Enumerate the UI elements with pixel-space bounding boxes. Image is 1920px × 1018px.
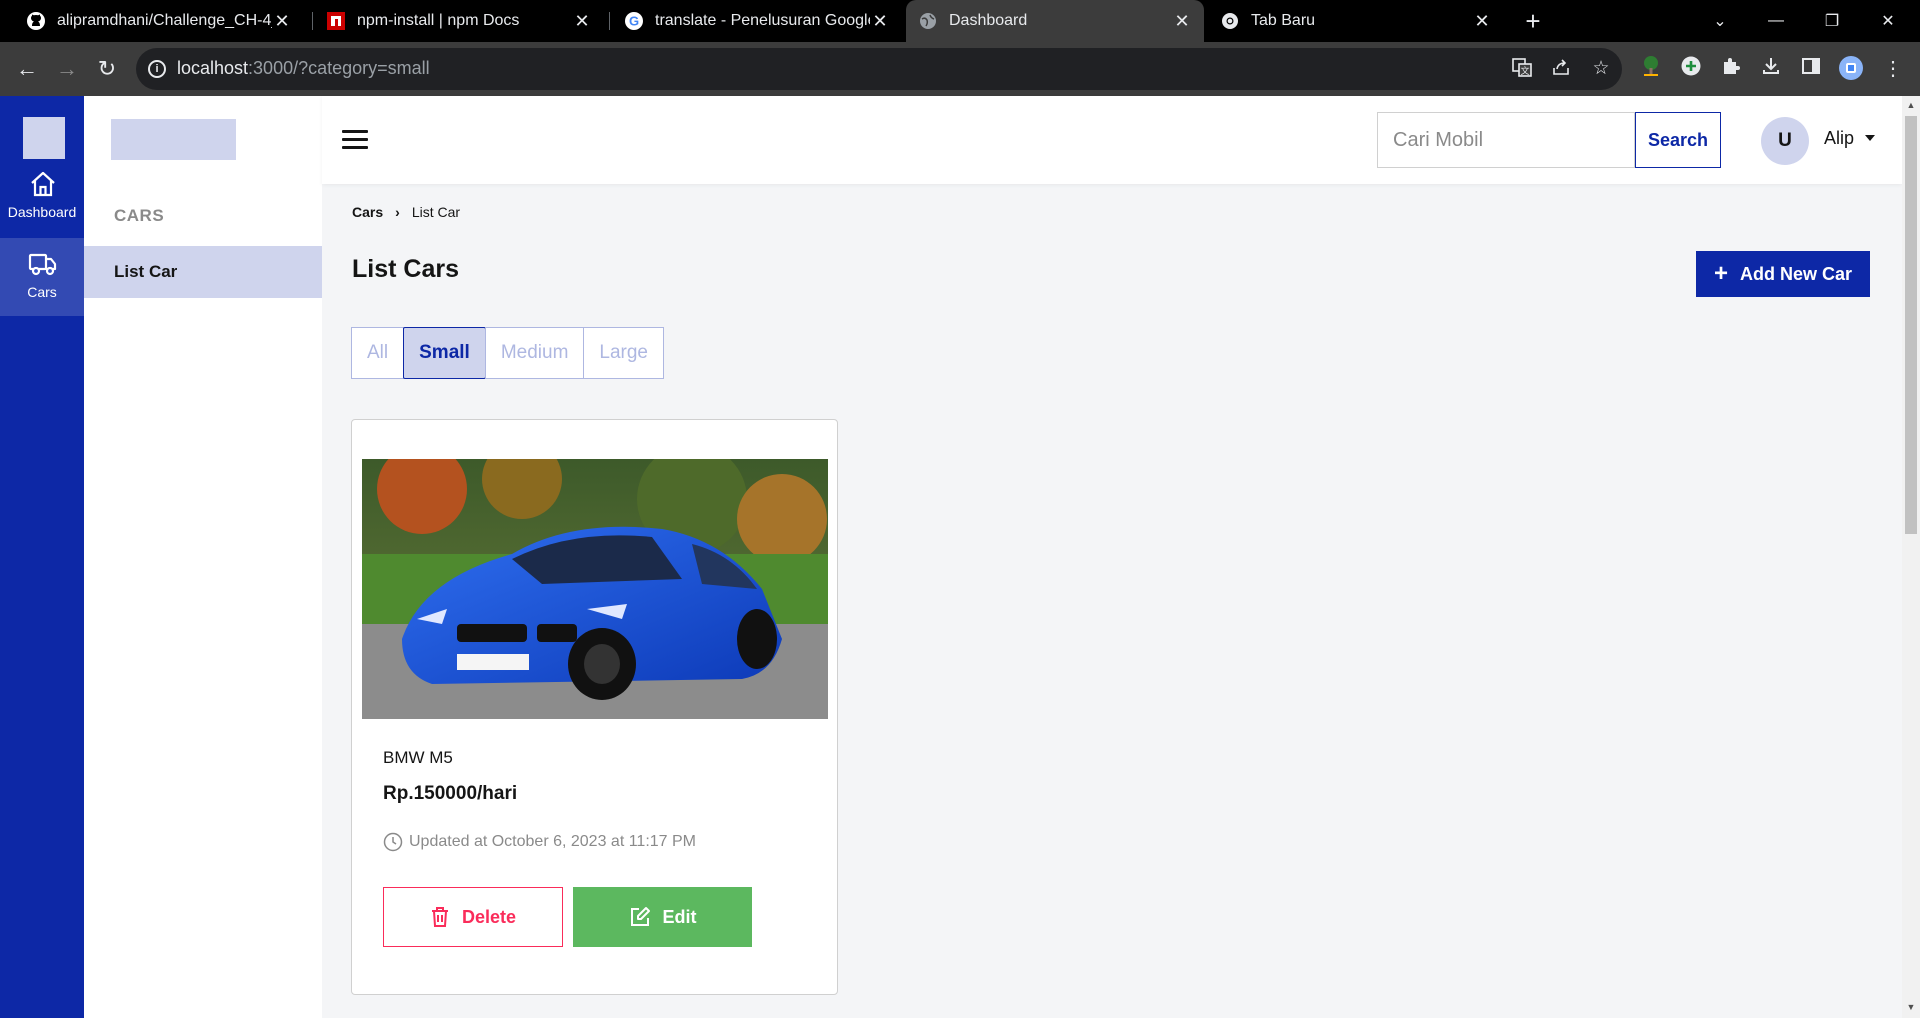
primary-sidebar: Dashboard Cars: [0, 96, 84, 1018]
google-icon: G: [624, 11, 644, 31]
tab-separator: [609, 12, 610, 30]
edit-label: Edit: [662, 906, 697, 927]
github-icon: [26, 11, 46, 31]
add-new-car-label: Add New Car: [1739, 263, 1853, 284]
close-icon[interactable]: ✕: [1472, 11, 1492, 32]
chrome-icon: [1220, 11, 1240, 31]
browser-tab-dashboard[interactable]: Dashboard ✕: [906, 0, 1204, 42]
tree-extension-icon[interactable]: [1637, 55, 1665, 83]
tab-search-chevron-icon[interactable]: ⌄: [1692, 0, 1748, 42]
npm-icon: [326, 11, 346, 31]
bookmark-star-icon[interactable]: ☆: [1588, 56, 1614, 82]
car-name: BMW M5: [383, 748, 453, 767]
filter-medium-button[interactable]: Medium: [484, 327, 585, 379]
plus-icon: +: [1713, 260, 1728, 287]
close-icon[interactable]: ✕: [870, 11, 890, 32]
car-price: Rp.150000/hari: [383, 783, 518, 804]
restore-icon[interactable]: ❐: [1804, 0, 1860, 42]
sidebar-section-heading: CARS: [114, 206, 165, 225]
window-close-icon[interactable]: ✕: [1860, 0, 1916, 42]
reload-icon[interactable]: ↻: [92, 54, 122, 84]
filter-small-button[interactable]: Small: [403, 327, 486, 379]
site-info-icon[interactable]: i: [148, 60, 166, 78]
edit-icon: [630, 907, 650, 926]
tab-title: Tab Baru: [1251, 12, 1316, 29]
sidebar-item-list-car[interactable]: List Car: [84, 246, 322, 298]
top-header: Search U Alip: [322, 96, 1902, 184]
breadcrumb-current: List Car: [411, 204, 461, 220]
delete-label: Delete: [461, 906, 517, 927]
scroll-down-icon[interactable]: ▼: [1906, 1002, 1916, 1012]
browser-tab-google[interactable]: G translate - Penelusuran Google ✕: [612, 0, 902, 42]
home-icon: [28, 169, 58, 199]
delete-button[interactable]: Delete: [383, 887, 563, 947]
puzzle-extensions-icon[interactable]: [1717, 55, 1745, 83]
rail-item-cars[interactable]: Cars: [0, 238, 84, 316]
tab-title: npm-install | npm Docs: [357, 12, 520, 29]
minimize-icon[interactable]: —: [1748, 0, 1804, 42]
filter-large-button[interactable]: Large: [583, 327, 665, 379]
browser-tab-newtab[interactable]: Tab Baru ✕: [1208, 0, 1504, 42]
app-root: Dashboard Cars CARS List Car Search U Al…: [0, 96, 1902, 1018]
breadcrumb: Cars › List Car: [352, 204, 460, 220]
avatar[interactable]: U: [1761, 117, 1809, 165]
url-text[interactable]: localhost:3000/?category=small: [177, 58, 430, 79]
close-icon[interactable]: ✕: [1172, 11, 1192, 32]
tab-separator: [312, 12, 313, 30]
user-name[interactable]: Alip: [1824, 128, 1854, 149]
car-card: BMW M5 Rp.150000/hari Updated at October…: [351, 419, 838, 995]
tab-title: Dashboard: [949, 12, 1028, 29]
rail-item-label: Cars: [27, 284, 57, 300]
profile-avatar-icon[interactable]: [1837, 55, 1865, 83]
secondary-sidebar: CARS List Car: [84, 96, 322, 1018]
car-photo: [362, 459, 828, 719]
category-filter-group: All Small Medium Large: [351, 327, 665, 379]
browser-tab-github[interactable]: alipramdhani/Challenge_CH-4_F ✕: [14, 0, 304, 42]
share-icon[interactable]: [1548, 56, 1574, 82]
tab-title: translate - Penelusuran Google: [655, 12, 870, 29]
svg-text:文: 文: [1520, 65, 1529, 76]
app-logo[interactable]: [23, 117, 65, 159]
translate-icon[interactable]: 文: [1509, 56, 1535, 82]
rail-item-label: Dashboard: [7, 204, 77, 220]
chevron-right-icon: ›: [395, 204, 400, 220]
caret-down-icon[interactable]: [1865, 135, 1875, 141]
page-title: List Cars: [352, 255, 459, 283]
forward-arrow-icon[interactable]: →: [52, 54, 82, 84]
page-scrollbar[interactable]: ▲ ▼: [1902, 96, 1920, 1018]
scrollbar-thumb[interactable]: [1905, 116, 1917, 534]
clock-icon: [383, 832, 403, 852]
download-icon[interactable]: [1757, 55, 1785, 83]
add-extension-icon[interactable]: [1677, 55, 1705, 83]
edit-button[interactable]: Edit: [573, 887, 752, 947]
browser-tab-npm[interactable]: npm-install | npm Docs ✕: [314, 0, 604, 42]
add-new-car-button[interactable]: + Add New Car: [1696, 251, 1870, 297]
breadcrumb-parent[interactable]: Cars: [352, 204, 383, 220]
main-content: Cars › List Car List Cars + Add New Car …: [322, 184, 1902, 1018]
brand-logo[interactable]: [111, 119, 236, 160]
sidebar-item-label: List Car: [114, 262, 178, 281]
filter-all-button[interactable]: All: [351, 327, 405, 379]
globe-icon: [918, 11, 938, 31]
browser-tab-bar: alipramdhani/Challenge_CH-4_F ✕ npm-inst…: [0, 0, 1920, 42]
new-tab-icon[interactable]: +: [1518, 6, 1548, 36]
side-panel-icon[interactable]: [1797, 55, 1825, 83]
close-icon[interactable]: ✕: [272, 11, 292, 32]
svg-text:G: G: [629, 14, 639, 29]
search-input[interactable]: [1377, 112, 1635, 168]
back-arrow-icon[interactable]: ←: [12, 54, 42, 84]
scroll-up-icon[interactable]: ▲: [1906, 100, 1916, 110]
close-icon[interactable]: ✕: [572, 11, 592, 32]
more-menu-icon[interactable]: ⋮: [1879, 55, 1907, 83]
car-updated-info: Updated at October 6, 2023 at 11:17 PM: [383, 832, 696, 852]
truck-icon: [28, 249, 58, 279]
trash-icon: [431, 907, 448, 927]
hamburger-menu-icon[interactable]: [342, 130, 368, 150]
car-updated-text: Updated at October 6, 2023 at 11:17 PM: [409, 833, 696, 850]
search-button[interactable]: Search: [1635, 112, 1721, 168]
rail-item-dashboard[interactable]: Dashboard: [0, 158, 84, 236]
tab-title: alipramdhani/Challenge_CH-4_F: [57, 12, 272, 29]
